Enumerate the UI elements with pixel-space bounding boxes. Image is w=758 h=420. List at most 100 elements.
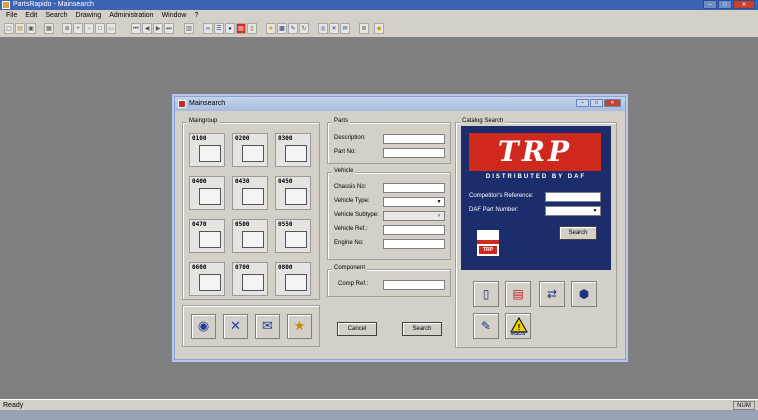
mail-icon[interactable]: ✉ [340, 23, 350, 34]
open-icon[interactable]: ▤ [15, 23, 25, 34]
list-icon[interactable]: ≣ [359, 23, 369, 34]
page-icon[interactable]: ▭ [106, 23, 116, 34]
compref-input[interactable] [383, 280, 445, 290]
trp-small-logo-text: TRP [479, 246, 497, 254]
maingroup-tile[interactable]: 0550 [275, 219, 311, 253]
circle-icon[interactable]: ● [225, 23, 235, 34]
engine-icon [199, 231, 221, 248]
expand-icon[interactable]: ✕ [329, 23, 339, 34]
maingroup-code: 0470 [192, 221, 207, 228]
maingroup-code: 0430 [235, 178, 250, 185]
maingroup-code: 0700 [235, 264, 250, 271]
catalog-legend: Catalog Search [460, 118, 506, 124]
print-icon[interactable]: ▦ [44, 23, 54, 34]
menu-drawing[interactable]: Drawing [72, 10, 106, 21]
trp-small-logo: TRP [477, 230, 499, 256]
vehicle-subtype-label: Vehicle Subtype: [334, 212, 379, 218]
competitor-ref-label: Competitor's Reference: [469, 193, 534, 199]
expand-icon[interactable]: ✕ [223, 314, 248, 339]
doc-icon[interactable]: ▯ [247, 23, 257, 34]
dialog-minimize-button[interactable]: – [576, 99, 589, 107]
maingroup-tile[interactable]: 0800 [275, 262, 311, 296]
filter-icon[interactable]: ☰ [214, 23, 224, 34]
vehicle-subtype-select[interactable]: ▼ [383, 211, 445, 221]
nut-icon[interactable]: ⬢ [571, 281, 597, 307]
vehicle-ref-input[interactable] [383, 225, 445, 235]
maingroup-tile[interactable]: 0100 [189, 133, 225, 167]
chevron-down-icon: ▼ [436, 199, 442, 205]
partno-input[interactable] [383, 148, 445, 158]
chassis-input[interactable] [383, 183, 445, 193]
maingroup-tile[interactable]: 0700 [232, 262, 268, 296]
menu-file[interactable]: File [2, 10, 21, 21]
menu-window[interactable]: Window [158, 10, 191, 21]
document-icon[interactable]: ▯ [473, 281, 499, 307]
engine-input[interactable] [383, 239, 445, 249]
menu-search[interactable]: Search [41, 10, 71, 21]
vehicle-legend: Vehicle [332, 168, 356, 174]
vehicle-type-select[interactable]: ▼ [383, 197, 445, 207]
mail-icon[interactable]: ✉ [255, 314, 280, 339]
zoom-in-icon[interactable]: + [73, 23, 83, 34]
chassis-icon [285, 274, 307, 291]
dialog-maximize-button[interactable]: □ [590, 99, 603, 107]
prev-icon[interactable]: ◀ [142, 23, 152, 34]
target-icon[interactable]: ◎ [318, 23, 328, 34]
close-button[interactable]: ✕ [733, 0, 755, 9]
last-icon[interactable]: ⏭ [164, 23, 174, 34]
maingroup-tile[interactable]: 0200 [232, 133, 268, 167]
swap-icon[interactable]: ⇄ [539, 281, 565, 307]
binoculars-icon[interactable]: ∞ [203, 23, 213, 34]
eye-icon[interactable]: ◉ [191, 314, 216, 339]
maingroup-tile[interactable]: 0500 [232, 219, 268, 253]
cab-icon [242, 145, 264, 162]
msds-icon[interactable]: ! MSDS [505, 313, 531, 339]
documents-alert-icon[interactable]: ▤ [505, 281, 531, 307]
grid-icon[interactable]: ▥ [184, 23, 194, 34]
num-lock-indicator: NUM [733, 401, 755, 410]
maingroup-code: 0400 [192, 178, 207, 185]
daf-part-select[interactable]: ▼ [545, 206, 601, 216]
save-icon[interactable]: ▣ [26, 23, 36, 34]
wheel-icon [242, 274, 264, 291]
zoom-icon[interactable]: ⊕ [62, 23, 72, 34]
first-icon[interactable]: ⏮ [131, 23, 141, 34]
maingroup-tile[interactable]: 0400 [189, 176, 225, 210]
flag-icon[interactable]: ▤ [236, 23, 246, 34]
fit-icon[interactable]: □ [95, 23, 105, 34]
zoom-out-icon[interactable]: − [84, 23, 94, 34]
star-icon[interactable]: ★ [266, 23, 276, 34]
menu-administration[interactable]: Administration [105, 10, 157, 21]
menu-edit[interactable]: Edit [21, 10, 41, 21]
component-group: Component Comp Ref.: [327, 265, 451, 297]
maximize-button[interactable]: □ [718, 0, 732, 9]
competitor-ref-input[interactable] [545, 192, 601, 202]
description-input[interactable] [383, 134, 445, 144]
maingroup-tile[interactable]: 0430 [232, 176, 268, 210]
wrench-icon[interactable]: ✎ [288, 23, 298, 34]
catalog-search-button[interactable]: Search [559, 226, 597, 240]
app-icon [2, 1, 10, 9]
trp-logo-text: TRP [497, 135, 573, 168]
dialog-close-button[interactable]: ✕ [604, 99, 621, 107]
maingroup-tile[interactable]: 0600 [189, 262, 225, 296]
statusbar: Ready NUM [0, 399, 758, 410]
info-star-icon[interactable]: ★ [287, 314, 312, 339]
maingroup-tile[interactable]: 0450 [275, 176, 311, 210]
maingroup-tile[interactable]: 0300 [275, 133, 311, 167]
catalog-panel: TRP DISTRIBUTED BY DAF Competitor's Refe… [461, 126, 611, 270]
shield-icon[interactable]: ◆ [374, 23, 384, 34]
app-title: PartsRapido - Mainsearch [13, 1, 94, 8]
refresh-icon[interactable]: ↻ [299, 23, 309, 34]
new-icon[interactable]: ▢ [4, 23, 14, 34]
next-icon[interactable]: ▶ [153, 23, 163, 34]
wrench-icon[interactable]: ✎ [473, 313, 499, 339]
maingroup-tile[interactable]: 0470 [189, 219, 225, 253]
minimize-button[interactable]: – [703, 0, 717, 9]
menu-help[interactable]: ? [190, 10, 202, 21]
catalog-icon[interactable]: ▩ [277, 23, 287, 34]
search-button[interactable]: Search [402, 322, 442, 336]
truck-icon [199, 145, 221, 162]
toolbar: ▢ ▤ ▣ ▦ ⊕ + − □ ▭ ⏮ ◀ ▶ ⏭ ▥ ∞ ☰ ● ▤ ▯ ★ … [0, 21, 758, 38]
cancel-button[interactable]: Cancel [337, 322, 377, 336]
